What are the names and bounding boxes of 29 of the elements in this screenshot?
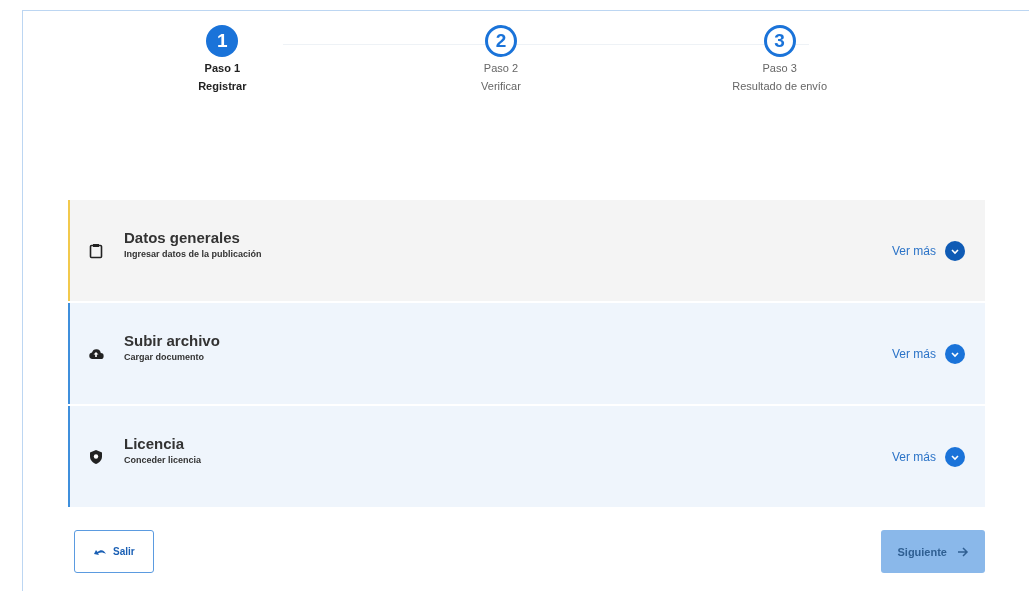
step-label: Paso 3 <box>762 62 797 74</box>
step-number: 2 <box>485 25 517 57</box>
section-title: Licencia <box>124 434 186 452</box>
section-card[interactable]: Subir archivo Cargar documento Ver más <box>68 303 985 404</box>
chevron-down-icon <box>945 240 965 261</box>
chevron-down-icon <box>945 446 965 467</box>
undo-icon <box>93 547 107 556</box>
see-more-link[interactable]: Ver más <box>892 343 965 364</box>
step-number: 1 <box>206 25 239 57</box>
step-title: Resultado de envío <box>732 80 828 92</box>
step-title: Verificar <box>481 80 521 92</box>
exit-button[interactable]: Salir <box>74 530 154 573</box>
section-subtitle: Ingresar datos de la publicación <box>124 248 263 259</box>
section-card[interactable]: Licencia Conceder licencia Ver más <box>68 406 985 507</box>
step-title: Registrar <box>198 80 247 92</box>
section-title: Datos generales <box>124 228 241 246</box>
section-subtitle: Conceder licencia <box>124 454 203 465</box>
see-more-link[interactable]: Ver más <box>892 446 965 467</box>
step-label: Paso 2 <box>483 62 519 74</box>
see-more-link[interactable]: Ver más <box>892 240 965 261</box>
section-subtitle: Cargar documento <box>124 351 205 362</box>
clipboard-icon <box>88 242 104 259</box>
section-title: Subir archivo <box>124 331 221 349</box>
shield-icon <box>88 448 104 465</box>
section-card[interactable]: Datos generales Ingresar datos de la publicación Ver más <box>68 200 985 301</box>
chevron-down-icon <box>945 343 965 364</box>
arrow-right-icon <box>957 545 969 558</box>
step-label: Paso 1 <box>204 62 241 74</box>
step-number: 3 <box>763 25 796 57</box>
